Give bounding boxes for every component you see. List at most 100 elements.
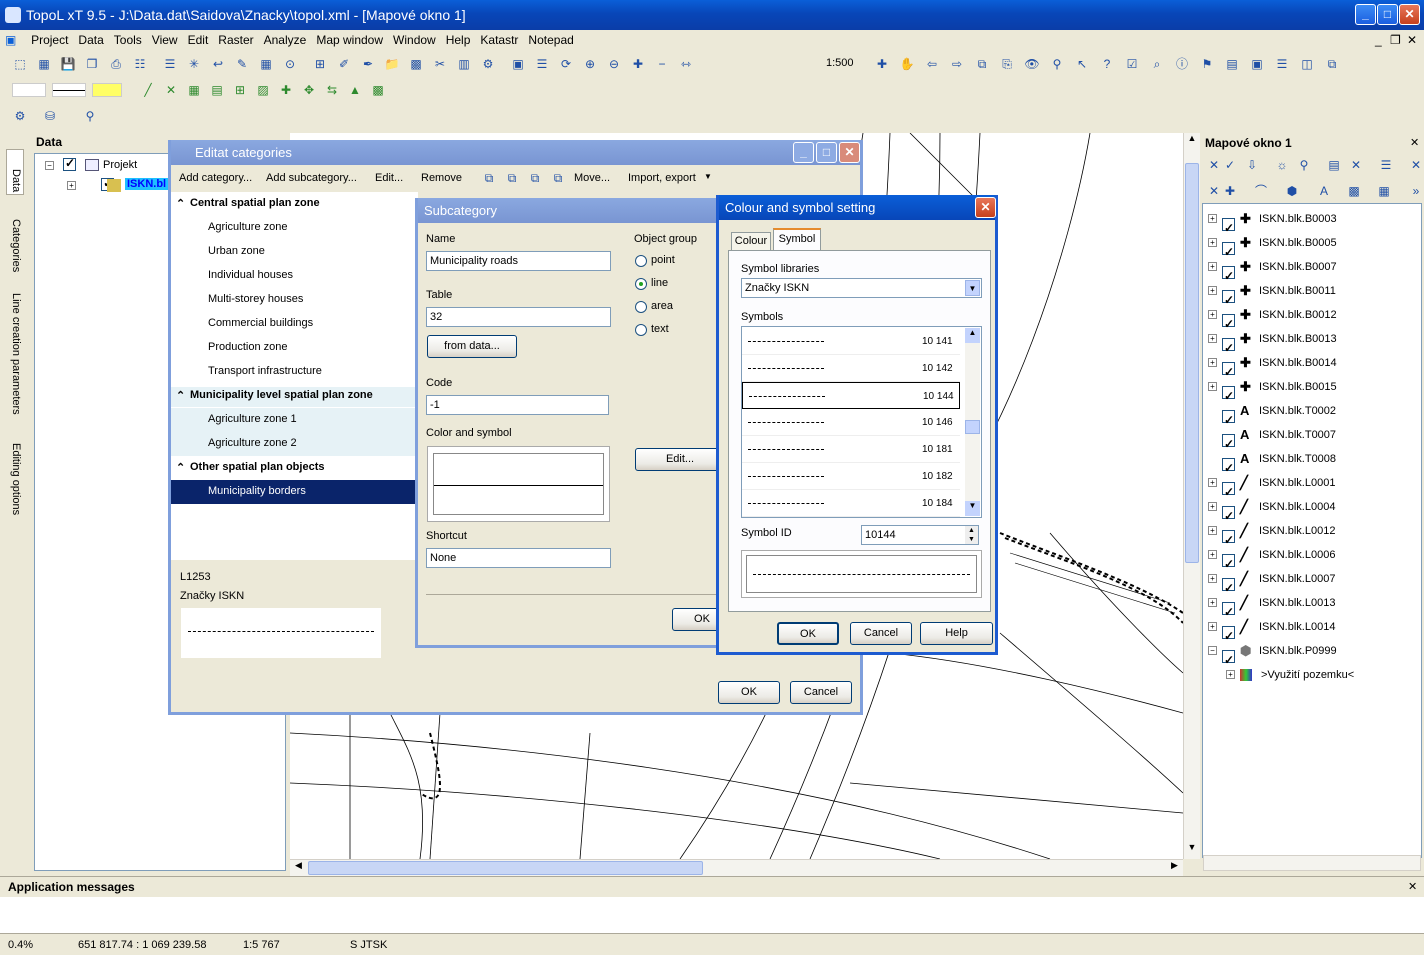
image-icon[interactable]: ▨ (255, 82, 271, 98)
menu-map-window[interactable]: Map window (311, 30, 388, 50)
symbol-cancel-button[interactable]: Cancel (850, 622, 912, 645)
category-item[interactable]: Municipality borders (208, 485, 306, 497)
category-item[interactable]: Urban zone (208, 245, 265, 257)
layer-row[interactable]: − ⬢ ISKN.blk.P0999 (1206, 639, 1396, 672)
export-icon[interactable]: ⎘ (999, 56, 1015, 72)
layer-row[interactable]: + ╱ ISKN.blk.L0007 (1206, 567, 1396, 600)
layer-name[interactable]: ISKN.blk.L0004 (1259, 495, 1335, 519)
draw-cross-icon[interactable]: ✕ (163, 82, 179, 98)
scroll-h-thumb[interactable] (308, 861, 703, 875)
layer-expand-icon[interactable]: + (1208, 526, 1217, 535)
palette-icon[interactable]: ▩ (370, 82, 386, 98)
categories-min-button[interactable]: _ (793, 142, 814, 163)
layer-add-icon[interactable]: ✕ (1206, 157, 1222, 173)
folder-icon[interactable]: 📁 (384, 56, 400, 72)
cat-copy-icon[interactable]: ⧉ (481, 170, 497, 186)
layer-checkbox[interactable] (1222, 624, 1235, 648)
report-icon[interactable]: ▤ (1224, 56, 1240, 72)
table-input[interactable]: 32 (426, 307, 611, 327)
category-item[interactable]: Agriculture zone 2 (208, 437, 297, 449)
name-input[interactable]: Municipality roads (426, 251, 611, 271)
layer-expand-icon[interactable]: + (1208, 238, 1217, 247)
more-icon[interactable]: » (1408, 183, 1424, 199)
symbol-id-input[interactable]: 10144 (861, 525, 979, 545)
scale-value[interactable]: 1:500 (826, 57, 854, 69)
menu-help[interactable]: Help (441, 30, 476, 50)
layer-name[interactable]: ISKN.blk.B0015 (1259, 375, 1337, 399)
side-tab-label-categories[interactable]: Categories (10, 219, 22, 272)
menu-window[interactable]: Window (388, 30, 441, 50)
radio-label-line[interactable]: line (651, 277, 668, 289)
layer-checkbox[interactable] (1222, 264, 1235, 288)
copy-view-icon[interactable]: ⧉ (974, 56, 990, 72)
draw-line-icon[interactable]: ╱ (140, 82, 156, 98)
refresh-icon[interactable]: ⟳ (558, 56, 574, 72)
layer-name[interactable]: ISKN.blk.B0012 (1259, 303, 1337, 327)
layer-ok-icon[interactable]: ✓ (1222, 157, 1238, 173)
close-x-icon[interactable]: ✕ (1408, 157, 1424, 173)
bulb-icon[interactable]: ☼ (1274, 157, 1290, 173)
forward-icon[interactable]: ⇨ (949, 56, 965, 72)
sublayer-name[interactable]: >Využití pozemku< (1261, 663, 1354, 687)
layer-checkbox[interactable] (1222, 600, 1235, 624)
menu-notepad[interactable]: Notepad (523, 30, 578, 50)
import-dropdown-icon[interactable]: ▼ (704, 172, 712, 181)
curve-tool-icon[interactable]: ⌒ (1253, 183, 1269, 199)
symbol-row[interactable]: 10 181 (742, 436, 960, 463)
layer-panel-scrollbar[interactable] (1203, 855, 1421, 871)
sublayer-row[interactable]: + >Využití pozemku< (1206, 663, 1396, 687)
attention-icon[interactable]: ⚑ (1199, 56, 1215, 72)
sublayer-expand-icon[interactable]: + (1226, 670, 1235, 679)
layer-checkbox[interactable] (1222, 384, 1235, 408)
hand-icon[interactable]: ✋ (899, 56, 915, 72)
layer-checkbox[interactable] (1222, 336, 1235, 360)
text-tool-icon[interactable]: A (1316, 183, 1332, 199)
layer-row[interactable]: + ╱ ISKN.blk.L0014 (1206, 615, 1396, 648)
collapse-icon[interactable]: ⌃ (176, 389, 185, 402)
layer-checkbox[interactable] (1222, 240, 1235, 264)
draw-table-icon[interactable]: ▦ (186, 82, 202, 98)
symbol-row[interactable]: 10 144 (742, 382, 960, 409)
category-item[interactable]: Individual houses (208, 269, 293, 281)
save-icon[interactable]: 💾 (60, 56, 76, 72)
category-item[interactable]: Agriculture zone 1 (208, 413, 297, 425)
symbol-id-spinner-icon[interactable]: ▲ ▼ (965, 526, 978, 544)
symbol-ok-button[interactable]: OK (777, 622, 839, 645)
check-icon[interactable]: ☑ (1124, 56, 1140, 72)
layer-checkbox[interactable] (1222, 456, 1235, 480)
cat-toolbar-add-subcategory[interactable]: Add subcategory... (266, 172, 357, 184)
layer-row[interactable]: + ✚ ISKN.blk.B0011 (1206, 279, 1396, 312)
chart-icon[interactable]: ▥ (456, 56, 472, 72)
scroll-thumb[interactable] (1185, 163, 1199, 563)
layer-expand-icon[interactable]: + (1208, 310, 1217, 319)
layer-name[interactable]: ISKN.blk.L0001 (1259, 471, 1335, 495)
layers-icon[interactable]: ▩ (408, 56, 424, 72)
symbol-row[interactable]: 10 141 (742, 328, 960, 355)
scroll-left-arrow[interactable]: ◀ (290, 860, 307, 871)
tile-v-icon[interactable]: ◫ (1299, 56, 1315, 72)
layer-checkbox[interactable] (1222, 288, 1235, 312)
symbol-scroll-up-icon[interactable]: ▲ (965, 328, 980, 343)
layer-checkbox[interactable] (1222, 576, 1235, 600)
category-item[interactable]: Production zone (208, 341, 288, 353)
zoom-in-icon[interactable]: ⊕ (582, 56, 598, 72)
layer-checkbox[interactable] (1222, 312, 1235, 336)
scroll-down-arrow[interactable]: ▼ (1184, 842, 1200, 859)
categories-close-button[interactable]: ✕ (839, 142, 860, 163)
pointer-icon[interactable]: ↖ (1074, 56, 1090, 72)
layer-checkbox[interactable] (1222, 360, 1235, 384)
draw-grid-icon[interactable]: ▤ (209, 82, 225, 98)
scroll-right-arrow[interactable]: ▶ (1166, 860, 1183, 871)
categories-ok-button[interactable]: OK (718, 681, 780, 704)
layer-name[interactable]: ISKN.blk.B0013 (1259, 327, 1337, 351)
cat-merge-icon[interactable]: ⧉ (550, 170, 566, 186)
point-icon[interactable]: ⊙ (282, 56, 298, 72)
layer-expand-icon[interactable]: − (1208, 646, 1217, 655)
maximize-button[interactable]: □ (1377, 4, 1398, 25)
x-tool-icon[interactable]: ✕ (1206, 183, 1222, 199)
layer-expand-icon[interactable]: + (1208, 382, 1217, 391)
tree-expand-icon-child[interactable]: + (67, 181, 76, 190)
help-query-icon[interactable]: ? (1099, 56, 1115, 72)
radio-label-area[interactable]: area (651, 300, 673, 312)
layer-expand-icon[interactable]: + (1208, 502, 1217, 511)
